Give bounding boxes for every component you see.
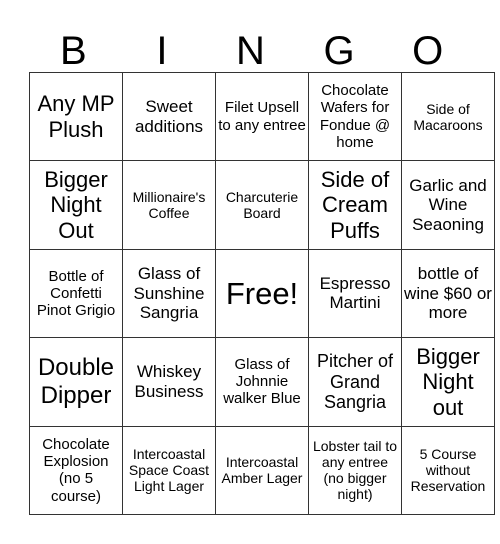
header-letter-g: G bbox=[323, 29, 355, 73]
bingo-cell[interactable]: bottle of wine $60 or more bbox=[401, 248, 495, 339]
bingo-cell[interactable]: Chocolate Wafers for Fondue @ home bbox=[308, 71, 402, 162]
bingo-cell[interactable]: Intercoastal Amber Lager bbox=[215, 425, 309, 516]
header-letter-b: B bbox=[59, 29, 87, 73]
bingo-row: Chocolate Explosion (no 5 course) Interc… bbox=[29, 425, 495, 516]
bingo-cell[interactable]: Chocolate Explosion (no 5 course) bbox=[29, 425, 123, 516]
bingo-cell[interactable]: Filet Upsell to any entree bbox=[215, 71, 309, 162]
bingo-cell[interactable]: Garlic and Wine Seaoning bbox=[401, 160, 495, 250]
bingo-row: Any MP Plush Sweet additions Filet Upsel… bbox=[29, 71, 495, 162]
bingo-cell[interactable]: Side of Macaroons bbox=[401, 71, 495, 162]
bingo-cell[interactable]: Bottle of Confetti Pinot Grigio bbox=[29, 248, 123, 339]
bingo-cell[interactable]: Espresso Martini bbox=[308, 248, 402, 339]
bingo-cell[interactable]: Bigger Night out bbox=[401, 337, 495, 427]
bingo-cell[interactable]: Pitcher of Grand Sangria bbox=[308, 337, 402, 427]
header-letter-o: O bbox=[412, 29, 444, 73]
header-letter-i: I bbox=[156, 29, 168, 73]
bingo-cell[interactable]: Bigger Night Out bbox=[29, 160, 123, 250]
bingo-cell[interactable]: 5 Course without Reservation bbox=[401, 425, 495, 516]
bingo-cell[interactable]: Lobster tail to any entree (no bigger ni… bbox=[308, 425, 402, 516]
bingo-cell[interactable]: Sweet additions bbox=[122, 71, 216, 162]
bingo-cell[interactable]: Millionaire's Coffee bbox=[122, 160, 216, 250]
bingo-cell[interactable]: Side of Cream Puffs bbox=[308, 160, 402, 250]
bingo-row: Double Dipper Whiskey Business Glass of … bbox=[29, 337, 495, 427]
bingo-cell[interactable]: Glass of Johnnie walker Blue bbox=[215, 337, 309, 427]
bingo-cell[interactable]: Any MP Plush bbox=[29, 71, 123, 162]
free-space-cell[interactable]: Free! bbox=[215, 248, 309, 339]
bingo-cell[interactable]: Intercoastal Space Coast Light Lager bbox=[122, 425, 216, 516]
bingo-cell[interactable]: Glass of Sunshine Sangria bbox=[122, 248, 216, 339]
bingo-row: Bottle of Confetti Pinot Grigio Glass of… bbox=[29, 248, 495, 339]
bingo-cell[interactable]: Whiskey Business bbox=[122, 337, 216, 427]
bingo-cell[interactable]: Charcuterie Board bbox=[215, 160, 309, 250]
bingo-header: B I N G O bbox=[29, 30, 472, 72]
bingo-cell[interactable]: Double Dipper bbox=[29, 337, 123, 427]
header-letter-n: N bbox=[236, 29, 265, 73]
bingo-card: Any MP Plush Sweet additions Filet Upsel… bbox=[29, 71, 495, 516]
bingo-row: Bigger Night Out Millionaire's Coffee Ch… bbox=[29, 160, 495, 250]
